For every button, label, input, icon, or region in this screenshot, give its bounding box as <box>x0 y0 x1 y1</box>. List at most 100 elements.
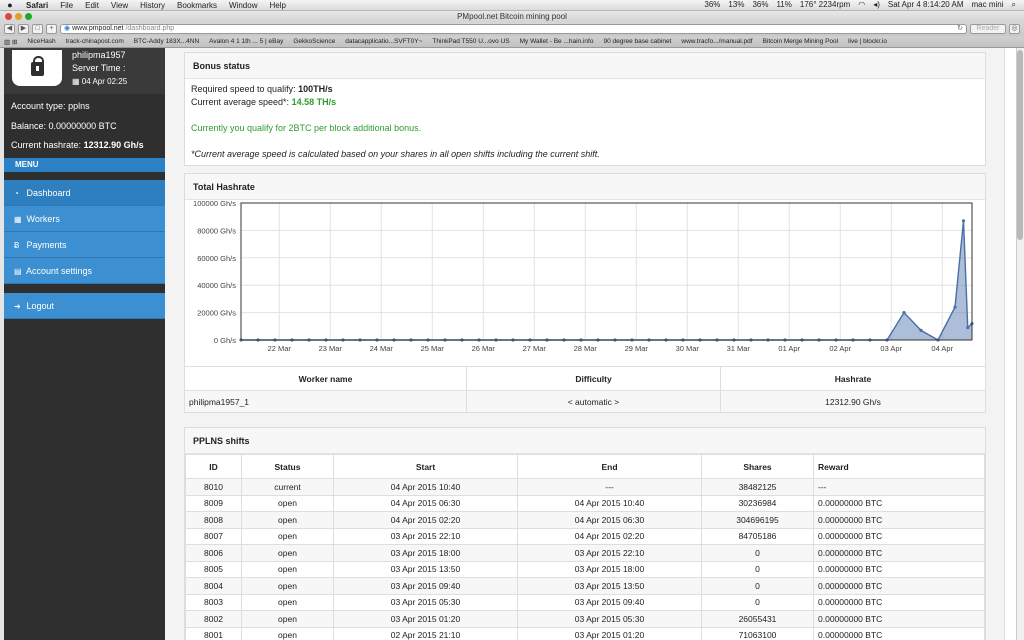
bookmarks-icon[interactable]: ▥ ⊞ <box>4 38 17 46</box>
worker-difficulty: < automatic > <box>466 390 721 413</box>
new-tab-icon[interactable]: + <box>46 24 57 34</box>
shift-row: 8002 open 03 Apr 2015 01:20 03 Apr 2015 05:… <box>185 610 985 628</box>
nav-account-settings[interactable]: ▤ Account settings <box>4 258 165 284</box>
col-difficulty: Difficulty <box>466 366 721 391</box>
bookmark-item[interactable]: 90 degree base cabinet <box>603 38 671 45</box>
bookmark-item[interactable]: datacapplicatio...SVFT0Y~ <box>345 38 422 45</box>
shift-reward: 0.00000000 BTC <box>813 577 985 595</box>
shift-start: 03 Apr 2015 13:50 <box>333 560 518 578</box>
x-tick-label: 02 Apr <box>829 344 851 353</box>
col-id: ID <box>185 454 242 479</box>
bookmark-item[interactable]: BTC-Addy 183X...4NN <box>134 38 199 45</box>
bookmark-item[interactable]: Bitcoin Merge Mining Pool <box>763 38 839 45</box>
share-icon[interactable]: □ <box>32 24 43 34</box>
cpu-status-3[interactable]: 36% <box>752 0 768 10</box>
bookmark-item[interactable]: My Wallet - Be ...hain.info <box>520 38 594 45</box>
balance: Balance: 0.00000000 BTC <box>11 121 117 131</box>
shift-id: 8008 <box>185 511 242 529</box>
menu-help[interactable]: Help <box>263 1 291 10</box>
shift-id: 8009 <box>185 494 242 512</box>
calendar-icon: ▦ <box>72 77 82 86</box>
data-point <box>902 311 906 315</box>
data-point <box>953 305 957 309</box>
nav-dashboard[interactable]: ◔ Dashboard <box>4 180 165 206</box>
user-name[interactable]: mac mini <box>972 0 1004 10</box>
shift-row: 8008 open 04 Apr 2015 02:20 04 Apr 2015 06:… <box>185 511 985 529</box>
menu-bookmarks[interactable]: Bookmarks <box>171 1 223 10</box>
nav-workers[interactable]: ▦ Workers <box>4 206 165 232</box>
bookmark-item[interactable]: ThinkPad T550 U...ovo US <box>432 38 509 45</box>
data-point <box>966 326 970 330</box>
minimize-window-icon[interactable] <box>15 13 22 20</box>
cpu-status-4[interactable]: 11% <box>776 0 791 10</box>
shift-status: open <box>241 577 334 595</box>
spotlight-icon[interactable]: ⌕ <box>1012 0 1016 10</box>
shift-id: 8007 <box>185 527 242 545</box>
shift-start: 03 Apr 2015 18:00 <box>333 544 518 562</box>
worker-hashrate: 12312.90 Gh/s <box>720 390 986 413</box>
apple-icon[interactable]: ● <box>0 0 20 10</box>
close-window-icon[interactable] <box>5 13 12 20</box>
reader-button[interactable]: Reader <box>970 24 1006 34</box>
col-hashrate: Hashrate <box>720 366 986 391</box>
shift-row: 8003 open 03 Apr 2015 05:30 03 Apr 2015 09:… <box>185 593 985 611</box>
shift-row: 8006 open 03 Apr 2015 18:00 03 Apr 2015 22:… <box>185 544 985 562</box>
x-tick-label: 03 Apr <box>880 344 902 353</box>
temp-status[interactable]: 176° 2234rpm <box>800 0 850 10</box>
globe-icon: ◉ <box>64 25 71 32</box>
reload-icon[interactable]: ↻ <box>957 25 966 33</box>
speed-note: *Current average speed is calculated bas… <box>191 149 600 159</box>
table-icon: ▦ <box>14 215 22 224</box>
y-tick-label: 0 Gh/s <box>214 336 236 345</box>
nav-logout[interactable]: ➜ Logout <box>4 293 165 319</box>
y-tick-label: 80000 Gh/s <box>197 226 236 235</box>
menu-history[interactable]: History <box>134 1 171 10</box>
shift-start: 02 Apr 2015 21:10 <box>333 626 518 640</box>
y-tick-label: 40000 Gh/s <box>197 281 236 290</box>
menu-view[interactable]: View <box>105 1 134 10</box>
bookmark-item[interactable]: track-chinapost.com <box>66 38 124 45</box>
username: philipma1957 <box>72 50 126 60</box>
downloads-icon[interactable]: ◎ <box>1009 24 1020 34</box>
x-tick-label: 25 Mar <box>421 344 445 353</box>
bookmark-item[interactable]: www.tracfo.../manual.pdf <box>681 38 752 45</box>
shift-status: open <box>241 511 334 529</box>
shift-reward: 0.00000000 BTC <box>813 610 985 628</box>
cpu-status-1[interactable]: 36% <box>704 0 720 10</box>
cpu-status-2[interactable]: 13% <box>728 0 744 10</box>
address-bar[interactable]: ◉ www.pmpool.net/dashboard.php ↻ <box>60 24 967 34</box>
x-tick-label: 24 Mar <box>370 344 394 353</box>
shift-shares: 84705186 <box>701 527 814 545</box>
bookmark-item[interactable]: live | blockr.io <box>848 38 887 45</box>
total-hashrate-title: Total Hashrate <box>185 174 985 200</box>
nav-payments[interactable]: Ƀ Payments <box>4 232 165 258</box>
shift-shares: 0 <box>701 544 814 562</box>
shift-end: --- <box>517 478 702 496</box>
shift-end: 03 Apr 2015 18:00 <box>517 560 702 578</box>
menu-window[interactable]: Window <box>223 1 263 10</box>
menu-app[interactable]: Safari <box>20 1 54 10</box>
shift-reward: 0.00000000 BTC <box>813 593 985 611</box>
scrollbar-thumb[interactable] <box>1017 50 1023 240</box>
shift-start: 04 Apr 2015 06:30 <box>333 494 518 512</box>
clock[interactable]: Sat Apr 4 8:14:20 AM <box>888 0 964 10</box>
menu-edit[interactable]: Edit <box>79 1 105 10</box>
shift-id: 8010 <box>185 478 242 496</box>
wifi-icon[interactable]: ◠ <box>858 0 865 10</box>
workers-table: Worker name Difficulty Hashrate philipma… <box>184 366 986 413</box>
bookmark-item[interactable]: GekkoScience <box>293 38 335 45</box>
shift-shares: 0 <box>701 577 814 595</box>
mac-menu-bar: ● Safari File Edit View History Bookmark… <box>0 0 1024 11</box>
shift-end: 03 Apr 2015 22:10 <box>517 544 702 562</box>
bookmark-item[interactable]: NiceHash <box>27 38 55 45</box>
forward-icon[interactable]: ▶ <box>18 24 29 34</box>
lock-icon <box>31 56 44 76</box>
shift-end: 03 Apr 2015 09:40 <box>517 593 702 611</box>
back-icon[interactable]: ◀ <box>4 24 15 34</box>
shift-end: 03 Apr 2015 01:20 <box>517 626 702 640</box>
zoom-window-icon[interactable] <box>25 13 32 20</box>
file-icon: ▤ <box>14 267 22 276</box>
volume-icon[interactable]: ◂) <box>873 0 880 10</box>
menu-file[interactable]: File <box>54 1 79 10</box>
bookmark-item[interactable]: Avalon 4 1 1th ... 5 | eBay <box>209 38 283 45</box>
